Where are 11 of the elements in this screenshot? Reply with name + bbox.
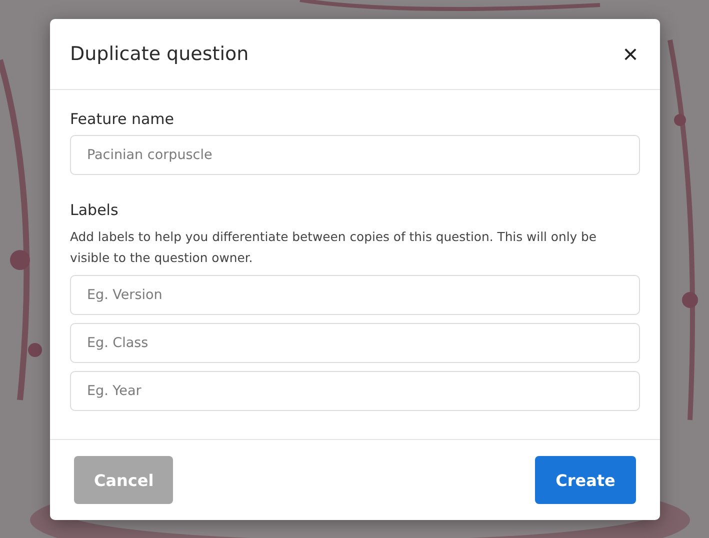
create-button[interactable]: Create xyxy=(535,456,636,504)
input-field[interactable]: Pacinian corpuscle xyxy=(70,135,640,175)
input-field[interactable]: Eg. Class xyxy=(70,323,640,363)
close-button[interactable]: × xyxy=(618,41,642,67)
field-label: Feature name xyxy=(70,110,175,128)
help-text: Add labels to help you differentiate between copies of this question. This will only be visible to the question owner. xyxy=(70,228,598,267)
cancel-button[interactable]: Cancel xyxy=(74,456,173,504)
input-field[interactable]: Eg. Year xyxy=(70,371,640,411)
dialog-title: Duplicate question xyxy=(70,43,249,65)
input-field[interactable]: Eg. Version xyxy=(70,275,640,315)
field-label: Labels xyxy=(70,201,120,219)
